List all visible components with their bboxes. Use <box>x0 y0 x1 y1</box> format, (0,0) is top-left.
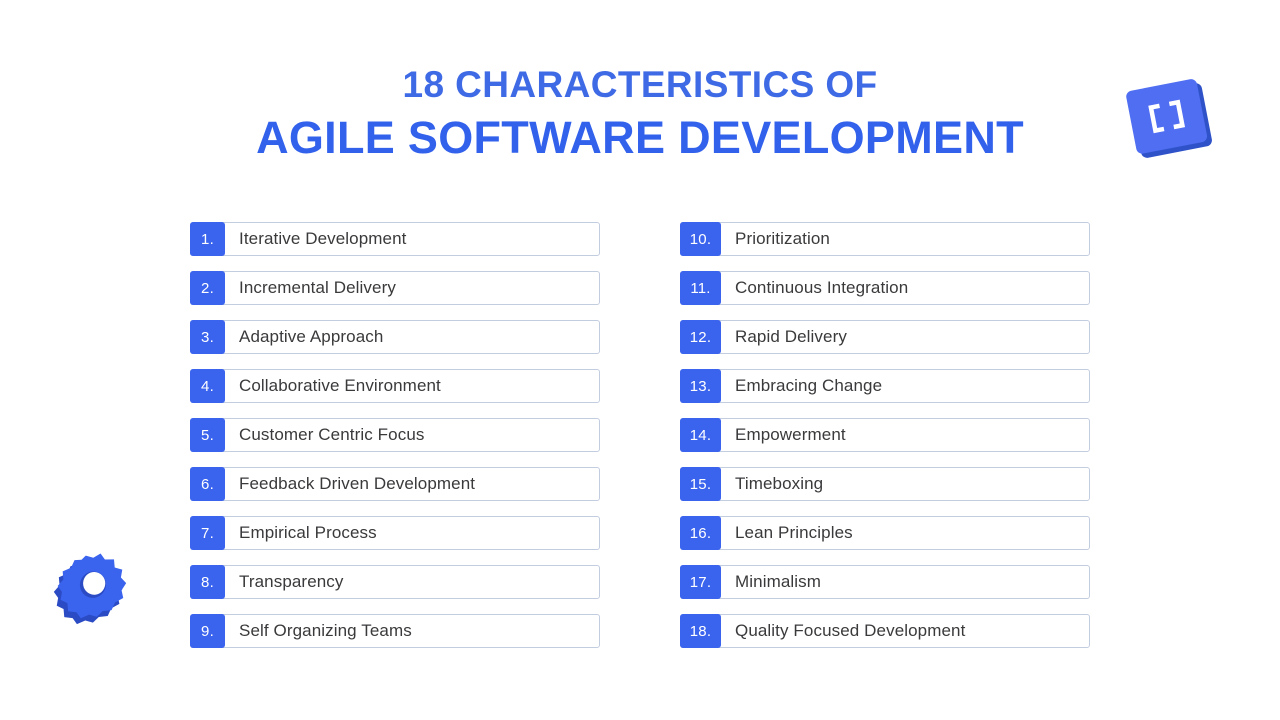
characteristic-number-badge: 11. <box>680 271 721 305</box>
characteristic-number-badge: 17. <box>680 565 721 599</box>
characteristic-label: Continuous Integration <box>735 278 909 297</box>
code-bracket-icon <box>1125 77 1213 159</box>
characteristics-column-left: 1. Iterative Development 2. Incremental Del… <box>190 222 600 648</box>
title-line-1: 18 CHARACTERISTICS OF <box>402 64 878 105</box>
characteristic-row: 14. Empowerment <box>680 418 1090 452</box>
characteristic-row: 7. Empirical Process <box>190 516 600 550</box>
code-bracket-icon-face <box>1125 78 1209 155</box>
characteristic-row: 8. Transparency <box>190 565 600 599</box>
slide-canvas: 18 CHARACTERISTICS OF AGILE SOFTWARE DEV… <box>0 0 1280 720</box>
characteristic-number-badge: 15. <box>680 467 721 501</box>
characteristic-row: 18. Quality Focused Development <box>680 614 1090 648</box>
characteristic-number-badge: 5. <box>190 418 225 452</box>
characteristic-label: Transparency <box>239 572 344 591</box>
characteristic-row: 4. Collaborative Environment <box>190 369 600 403</box>
characteristic-row: 5. Customer Centric Focus <box>190 418 600 452</box>
characteristic-number-badge: 6. <box>190 467 225 501</box>
characteristic-number-badge: 1. <box>190 222 225 256</box>
characteristic-number-badge: 9. <box>190 614 225 648</box>
characteristic-number-badge: 8. <box>190 565 225 599</box>
characteristic-label: Incremental Delivery <box>239 278 396 297</box>
characteristic-number-badge: 7. <box>190 516 225 550</box>
characteristic-row: 6. Feedback Driven Development <box>190 467 600 501</box>
characteristic-row: 15. Timeboxing <box>680 467 1090 501</box>
characteristic-number-badge: 18. <box>680 614 721 648</box>
characteristic-label: Timeboxing <box>735 474 824 493</box>
characteristic-label: Minimalism <box>735 572 821 591</box>
characteristic-label: Prioritization <box>735 229 830 248</box>
characteristic-label: Feedback Driven Development <box>239 474 476 493</box>
characteristic-row: 17. Minimalism <box>680 565 1090 599</box>
characteristic-row: 10. Prioritization <box>680 222 1090 256</box>
characteristic-row: 16. Lean Principles <box>680 516 1090 550</box>
characteristic-number-badge: 10. <box>680 222 721 256</box>
characteristic-number-badge: 14. <box>680 418 721 452</box>
characteristic-number-badge: 13. <box>680 369 721 403</box>
gear-icon <box>52 545 132 625</box>
characteristic-label: Collaborative Environment <box>239 376 441 395</box>
characteristic-label: Empowerment <box>735 425 846 444</box>
characteristic-label: Lean Principles <box>735 523 853 542</box>
characteristic-label: Adaptive Approach <box>239 327 384 346</box>
characteristic-label: Self Organizing Teams <box>239 621 412 640</box>
characteristic-label: Iterative Development <box>239 229 407 248</box>
characteristic-row: 1. Iterative Development <box>190 222 600 256</box>
characteristic-row: 11. Continuous Integration <box>680 271 1090 305</box>
characteristic-row: 12. Rapid Delivery <box>680 320 1090 354</box>
characteristic-number-badge: 16. <box>680 516 721 550</box>
characteristic-number-badge: 4. <box>190 369 225 403</box>
characteristics-column-right: 10. Prioritization 11. Continuous Integrati… <box>680 222 1090 648</box>
title-line-2: AGILE SOFTWARE DEVELOPMENT <box>256 112 1024 163</box>
characteristic-label: Quality Focused Development <box>735 621 966 640</box>
page-title: 18 CHARACTERISTICS OF AGILE SOFTWARE DEV… <box>0 66 1280 160</box>
characteristic-row: 9. Self Organizing Teams <box>190 614 600 648</box>
characteristic-number-badge: 2. <box>190 271 225 305</box>
characteristic-label: Embracing Change <box>735 376 883 395</box>
characteristic-label: Rapid Delivery <box>735 327 847 346</box>
characteristic-row: 13. Embracing Change <box>680 369 1090 403</box>
characteristic-number-badge: 3. <box>190 320 225 354</box>
characteristic-row: 2. Incremental Delivery <box>190 271 600 305</box>
characteristic-label: Customer Centric Focus <box>239 425 425 444</box>
characteristic-row: 3. Adaptive Approach <box>190 320 600 354</box>
characteristic-label: Empirical Process <box>239 523 377 542</box>
characteristic-number-badge: 12. <box>680 320 721 354</box>
